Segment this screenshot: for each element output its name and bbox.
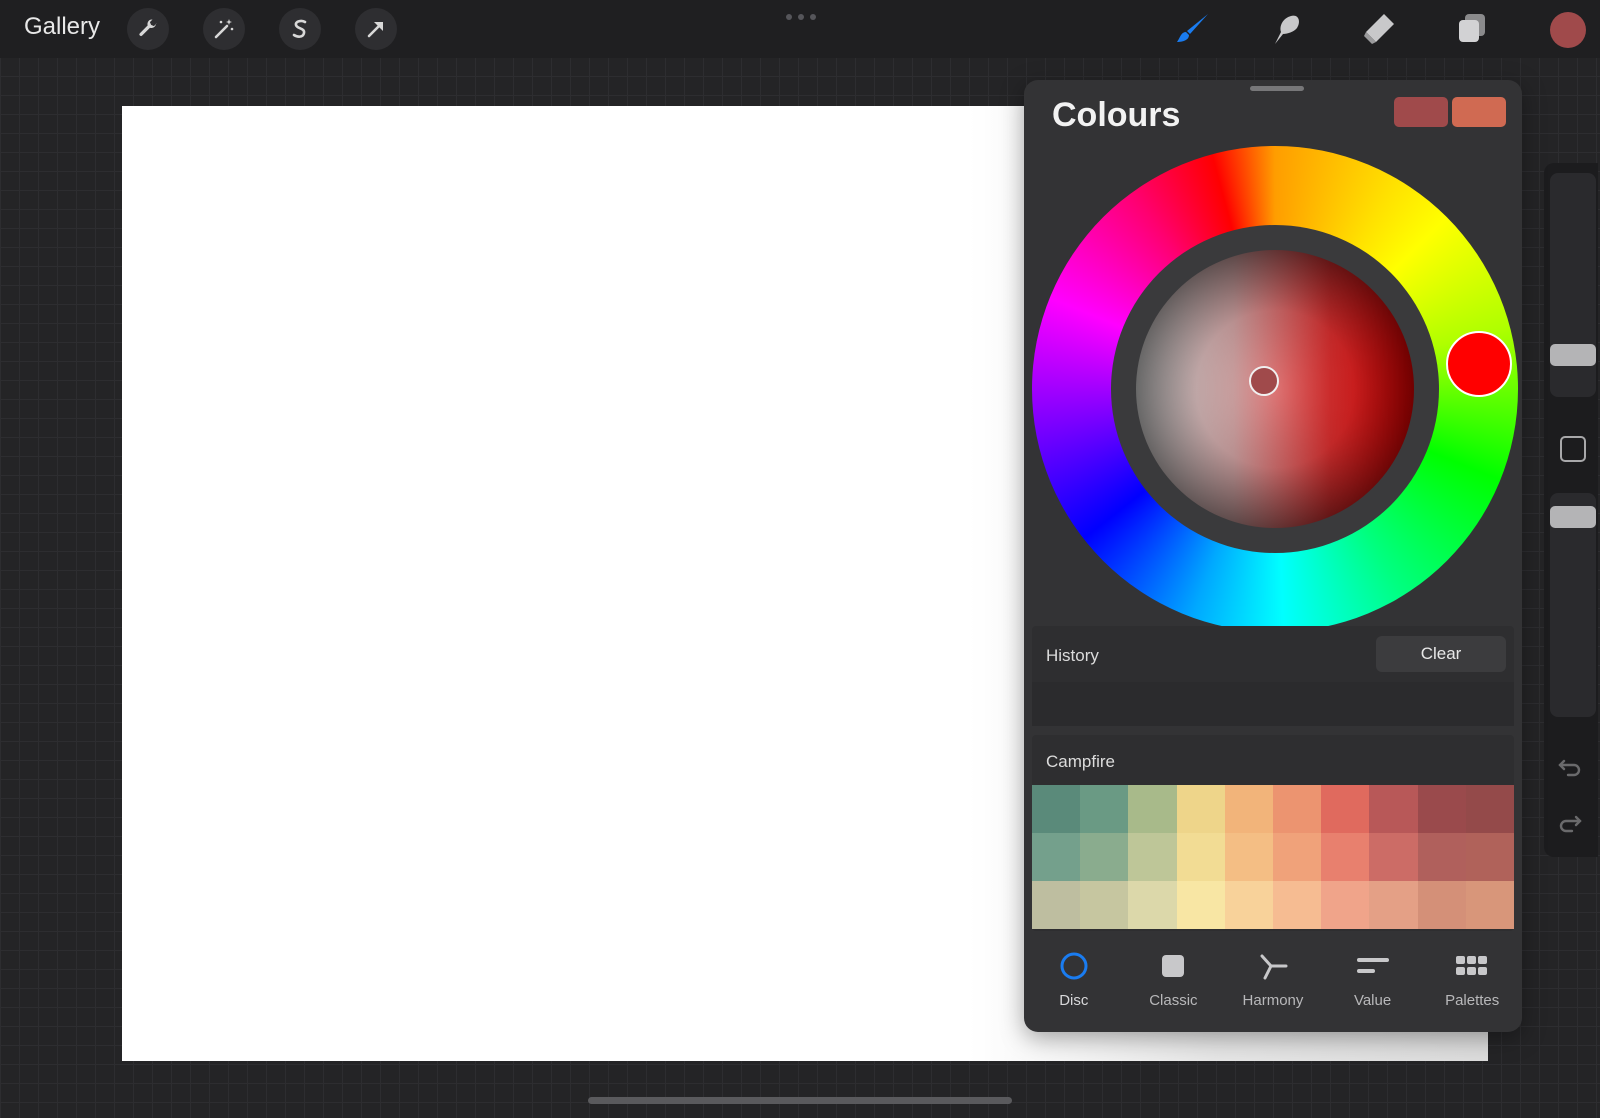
palette-swatch[interactable]: [1032, 833, 1081, 881]
hue-ring[interactable]: [1032, 146, 1518, 632]
brush-icon: [1177, 14, 1208, 42]
palette-section: Campfire: [1032, 735, 1514, 931]
tab-harmony[interactable]: Harmony: [1223, 938, 1323, 1024]
palette-swatch[interactable]: [1369, 785, 1418, 833]
disc-icon: [1060, 952, 1088, 980]
tab-label: Harmony: [1242, 992, 1304, 1009]
tab-label: Classic: [1149, 992, 1198, 1009]
history-section: History Clear: [1032, 626, 1514, 726]
eraser-tool[interactable]: [1359, 9, 1399, 49]
palette-swatch[interactable]: [1417, 881, 1466, 929]
palette-swatch[interactable]: [1224, 785, 1273, 833]
colours-panel: Colours History Clear Campfire Disc Clas…: [1024, 80, 1522, 1032]
hue-ring-gap: [1111, 225, 1439, 553]
smudge-icon: [1275, 15, 1299, 44]
value-icon: [1356, 958, 1389, 973]
tab-label: Palettes: [1445, 992, 1500, 1009]
palette-swatch[interactable]: [1128, 881, 1177, 929]
palette-swatch[interactable]: [1369, 833, 1418, 881]
palette-swatch[interactable]: [1273, 881, 1322, 929]
colors-button[interactable]: [1550, 12, 1586, 48]
top-toolbar: Gallery: [0, 0, 1600, 58]
tab-classic[interactable]: Classic: [1124, 938, 1224, 1024]
colour-mode-tabs: Disc Classic Harmony Value Palettes: [1024, 938, 1522, 1024]
palette-swatch[interactable]: [1369, 881, 1418, 929]
tab-palettes[interactable]: Palettes: [1422, 938, 1522, 1024]
tab-disc[interactable]: Disc: [1024, 938, 1124, 1024]
panel-drag-handle[interactable]: [1250, 86, 1304, 91]
primary-color-swatch[interactable]: [1394, 97, 1448, 127]
palette-grid: [1032, 785, 1514, 929]
modify-button[interactable]: [1560, 436, 1586, 462]
gallery-button[interactable]: Gallery: [24, 13, 100, 41]
palette-swatch[interactable]: [1273, 833, 1322, 881]
toolbar-grip: [786, 14, 816, 20]
wrench-icon: [139, 19, 157, 36]
palette-swatch[interactable]: [1465, 881, 1514, 929]
classic-icon: [1162, 955, 1185, 977]
palette-swatch[interactable]: [1032, 881, 1081, 929]
palette-swatch[interactable]: [1080, 881, 1129, 929]
saturation-brightness-marker[interactable]: [1249, 366, 1279, 396]
adjustments-button[interactable]: [203, 8, 245, 50]
selection-button[interactable]: [279, 8, 321, 50]
palette-swatch[interactable]: [1417, 785, 1466, 833]
palette-swatch[interactable]: [1032, 785, 1081, 833]
palette-swatch[interactable]: [1176, 881, 1225, 929]
palette-swatch[interactable]: [1321, 881, 1370, 929]
palette-swatch[interactable]: [1321, 833, 1370, 881]
smudge-tool[interactable]: [1266, 9, 1306, 49]
brush-size-thumb[interactable]: [1550, 344, 1596, 366]
home-indicator[interactable]: [588, 1097, 1012, 1104]
transform-arrow-icon: [367, 22, 383, 38]
palette-swatch[interactable]: [1417, 833, 1466, 881]
hue-marker[interactable]: [1446, 331, 1512, 397]
selection-s-icon: [292, 19, 307, 38]
redo-icon[interactable]: [1556, 808, 1584, 836]
palette-swatch[interactable]: [1128, 833, 1177, 881]
tab-label: Value: [1353, 992, 1392, 1009]
tab-label: Disc: [1059, 992, 1089, 1009]
palette-swatch[interactable]: [1465, 833, 1514, 881]
panel-title: Colours: [1052, 96, 1181, 134]
history-swatches: [1032, 682, 1514, 726]
palette-name: Campfire: [1046, 752, 1115, 771]
palette-swatch[interactable]: [1176, 785, 1225, 833]
palette-swatch[interactable]: [1128, 785, 1177, 833]
clear-history-button[interactable]: Clear: [1376, 636, 1506, 672]
actions-button[interactable]: [127, 8, 169, 50]
opacity-thumb[interactable]: [1550, 506, 1596, 528]
palette-swatch[interactable]: [1321, 785, 1370, 833]
palette-swatch[interactable]: [1176, 833, 1225, 881]
palette-swatch[interactable]: [1080, 785, 1129, 833]
secondary-color-swatch[interactable]: [1452, 97, 1506, 127]
magic-wand-icon: [214, 19, 234, 39]
saturation-brightness-disc[interactable]: [1136, 250, 1414, 528]
harmony-icon: [1260, 954, 1288, 980]
history-label: History: [1046, 646, 1099, 665]
palette-swatch[interactable]: [1273, 785, 1322, 833]
palette-swatch[interactable]: [1080, 833, 1129, 881]
layers-tool[interactable]: [1452, 9, 1492, 49]
eraser-icon: [1364, 14, 1394, 44]
palette-swatch[interactable]: [1224, 881, 1273, 929]
transform-button[interactable]: [355, 8, 397, 50]
palette-swatch[interactable]: [1224, 833, 1273, 881]
tab-value[interactable]: Value: [1323, 938, 1423, 1024]
layers-icon: [1459, 14, 1485, 42]
brush-tool[interactable]: [1173, 9, 1213, 49]
palette-swatch[interactable]: [1465, 785, 1514, 833]
undo-icon[interactable]: [1556, 752, 1584, 780]
palettes-icon: [1456, 956, 1488, 975]
